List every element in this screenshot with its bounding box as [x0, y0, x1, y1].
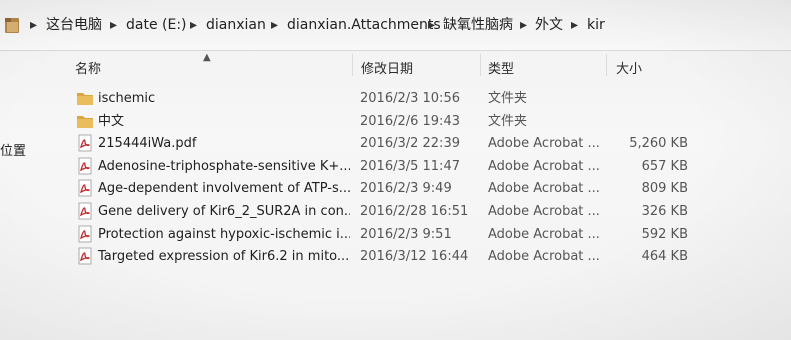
- file-size: 592 KB: [641, 226, 688, 242]
- file-name: Protection against hypoxic-ischemic i...: [98, 226, 350, 242]
- pdf-icon: [78, 247, 92, 265]
- folder-icon: [5, 18, 19, 33]
- file-date-modified: 2016/2/6 19:43: [360, 113, 460, 129]
- file-row[interactable]: Age-dependent involvement of ATP-s... 201…: [70, 178, 770, 200]
- address-bar[interactable]: ▸ 这台电脑 ▸ date (E:) ▸ dianxian ▸ dianxian…: [0, 0, 791, 51]
- file-row[interactable]: Gene delivery of Kir6_2_SUR2A in con... 2…: [70, 201, 770, 223]
- file-row[interactable]: ischemic 2016/2/3 10:56 文件夹: [70, 88, 770, 110]
- file-type: 文件夹: [488, 91, 528, 106]
- column-header-name[interactable]: 名称: [75, 58, 101, 77]
- file-name: ischemic: [98, 91, 156, 106]
- file-type: Adobe Acrobat ...: [488, 249, 600, 265]
- file-type: Adobe Acrobat ...: [488, 136, 600, 152]
- file-type: Adobe Acrobat ...: [488, 204, 600, 219]
- column-divider[interactable]: [480, 54, 481, 76]
- file-date-modified: 2016/3/12 16:44: [360, 249, 469, 265]
- breadcrumb-item-foreign[interactable]: 外文: [535, 15, 563, 35]
- breadcrumb-item-drive[interactable]: date (E:): [126, 15, 187, 35]
- file-name: 215444iWa.pdf: [98, 136, 197, 152]
- file-date-modified: 2016/3/5 11:47: [360, 158, 460, 174]
- file-date-modified: 2016/2/3 9:49: [360, 181, 452, 197]
- column-header-date-modified[interactable]: 修改日期: [361, 58, 413, 77]
- pdf-icon: [78, 157, 92, 175]
- folder-icon: [77, 93, 93, 105]
- breadcrumb-item-dianxian[interactable]: dianxian: [206, 15, 266, 35]
- chevron-right-icon[interactable]: ▸: [271, 15, 278, 35]
- file-type: Adobe Acrobat ...: [488, 158, 600, 174]
- file-date-modified: 2016/2/3 9:51: [360, 226, 452, 242]
- breadcrumb-item-this-pc[interactable]: 这台电脑: [46, 15, 102, 35]
- chevron-right-icon[interactable]: ▸: [520, 15, 527, 35]
- pdf-icon: [78, 202, 92, 220]
- file-type: 文件夹: [488, 113, 528, 129]
- pdf-icon: [78, 134, 92, 152]
- sort-ascending-icon: ▲: [203, 52, 211, 63]
- file-name: Age-dependent involvement of ATP-s...: [98, 181, 350, 197]
- file-name: 中文: [98, 113, 125, 129]
- file-date-modified: 2016/2/28 16:51: [360, 204, 469, 219]
- file-type: Adobe Acrobat ...: [488, 181, 600, 197]
- file-size: 464 KB: [641, 249, 688, 265]
- file-date-modified: 2016/3/2 22:39: [360, 136, 460, 152]
- file-row[interactable]: Targeted expression of Kir6.2 in mito...…: [70, 246, 770, 268]
- column-header-size[interactable]: 大小: [616, 58, 642, 77]
- file-size: 809 KB: [641, 181, 688, 197]
- breadcrumb-item-hypoxic[interactable]: 缺氧性脑病: [443, 15, 513, 35]
- column-divider[interactable]: [606, 54, 607, 76]
- file-size: 5,260 KB: [629, 136, 688, 152]
- folder-icon: [77, 115, 93, 128]
- file-name: Targeted expression of Kir6.2 in mito...: [98, 249, 350, 265]
- chevron-right-icon[interactable]: ▸: [571, 15, 578, 35]
- file-size: 326 KB: [641, 204, 688, 219]
- column-header-type[interactable]: 类型: [488, 58, 514, 77]
- file-row[interactable]: 中文 2016/2/6 19:43 文件夹: [70, 111, 770, 133]
- breadcrumb-item-kir[interactable]: kir: [587, 15, 605, 35]
- chevron-right-icon[interactable]: ▸: [428, 15, 435, 35]
- file-size: 657 KB: [641, 158, 688, 174]
- file-row[interactable]: Adenosine-triphosphate-sensitive K+... 20…: [70, 156, 770, 178]
- nav-pane-item-location[interactable]: 位置: [0, 140, 26, 159]
- file-name: Gene delivery of Kir6_2_SUR2A in con...: [98, 204, 350, 219]
- file-name: Adenosine-triphosphate-sensitive K+...: [98, 158, 350, 174]
- file-date-modified: 2016/2/3 10:56: [360, 91, 460, 106]
- pdf-icon: [78, 179, 92, 197]
- column-divider[interactable]: [352, 54, 353, 76]
- file-type: Adobe Acrobat ...: [488, 226, 600, 242]
- chevron-right-icon[interactable]: ▸: [110, 15, 117, 35]
- file-row[interactable]: 215444iWa.pdf 2016/3/2 22:39 Adobe Acrobat…: [70, 133, 770, 155]
- file-row[interactable]: Protection against hypoxic-ischemic i...…: [70, 224, 770, 246]
- chevron-right-icon[interactable]: ▸: [30, 15, 37, 35]
- chevron-right-icon[interactable]: ▸: [190, 15, 197, 35]
- pdf-icon: [78, 225, 92, 242]
- breadcrumb-item-attachments[interactable]: dianxian.Attachments: [287, 15, 441, 35]
